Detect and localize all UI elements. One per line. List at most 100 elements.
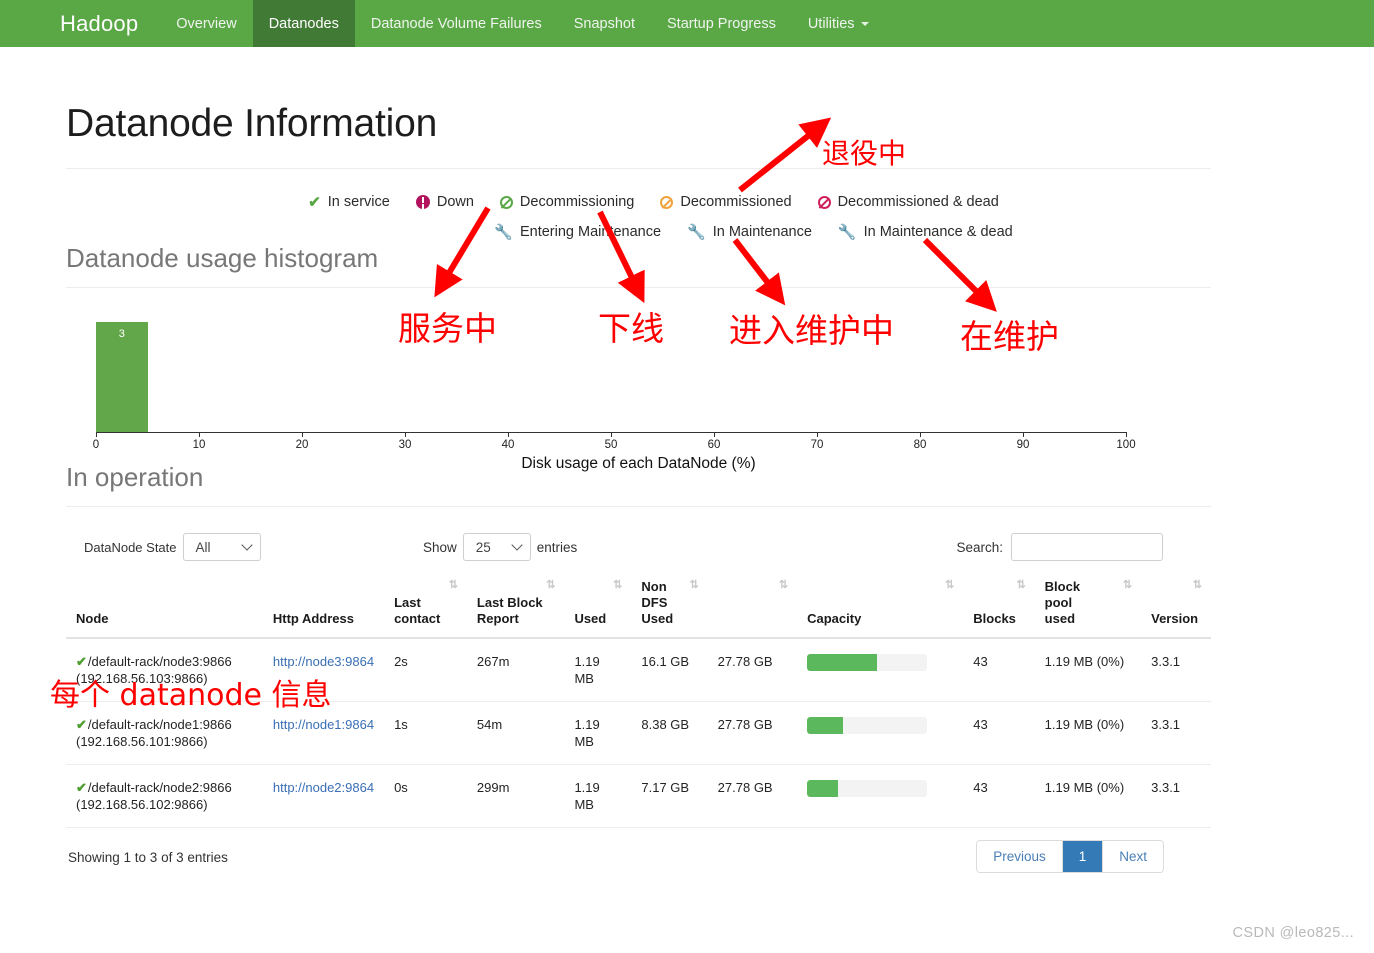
pagination-previous[interactable]: Previous [977,841,1063,872]
table-body: ✔/default-rack/node3:9866 (192.168.56.103… [66,638,1211,828]
capacity-progress-fill [807,717,844,734]
col-version-label: Version [1151,611,1199,626]
node-name: /default-rack/node2:9866 [87,780,232,795]
legend-in-service-label: In service [327,194,390,210]
sort-icon: ⇅ [778,579,788,591]
x-axis-tick-label: 10 [192,439,206,451]
show-entries-select[interactable]: 25 [462,533,531,561]
legend-down: Down [415,191,474,213]
show-label: Show [423,539,457,555]
cell-version: 3.3.1 [1141,764,1211,828]
cell-capacity-bar [797,701,964,765]
cell-last-contact: 1s [384,701,467,765]
cell-http-address: http://node2:9864 [262,764,385,828]
pagination-page-1[interactable]: 1 [1062,841,1104,872]
annotation-down: 下线 [598,309,664,348]
cell-last-block-report: 299m [466,764,565,828]
pagination: Previous 1 Next [976,840,1164,873]
legend-entering-maintenance: 🔧 Entering Maintenance [494,221,661,243]
table-controls: DataNode State All Show 25 entries Searc [66,529,1211,573]
circle-slash-icon [660,195,674,210]
col-version[interactable]: ⇅ Version [1141,575,1211,639]
nav-item-overview[interactable]: Overview [160,0,252,47]
capacity-progress-fill [807,654,877,671]
x-axis-tick-label: 80 [913,439,927,451]
cell-used: 1.19 MB [564,638,632,702]
x-axis-tick [96,432,97,437]
nav-item-snapshot[interactable]: Snapshot [558,0,651,47]
sort-icon: ⇅ [1122,579,1132,591]
x-axis-tick-label: 20 [295,439,309,451]
sort-icon: ⇅ [546,579,555,591]
cell-non-dfs-used: 16.1 GB [631,638,708,702]
x-axis-tick [405,432,406,437]
search-control: Search: [956,533,1163,561]
wrench-icon: 🔧 [494,223,513,241]
http-address-link[interactable]: http://node1:9864 [273,717,374,732]
search-box[interactable] [1011,533,1163,561]
col-node[interactable]: Node [66,575,263,639]
cell-used: 1.19 MB [564,701,632,765]
col-blocks[interactable]: ⇅ Blocks [963,575,1035,639]
pagination-next[interactable]: Next [1103,841,1163,872]
x-axis-tick [199,432,200,437]
col-http-address-label: Http Address [272,611,354,626]
legend-row-1: ✔ In service Down Decommissioning Decomm… [66,191,1211,213]
chevron-down-icon [860,21,869,26]
x-axis-tick [1126,432,1127,437]
cell-last-contact: 2s [384,638,467,702]
legend-in-maintenance-dead-label: In Maintenance & dead [863,224,1013,240]
x-axis-tick-label: 90 [1016,439,1030,451]
x-axis-tick-label: 30 [398,439,412,451]
wrench-icon: 🔧 [687,223,706,241]
col-http-address[interactable]: Http Address [262,575,385,639]
table-header-row: Node Http Address ⇅ Last contact ⇅ Last B… [66,575,1211,639]
x-axis-tick-label: 70 [810,439,824,451]
sort-icon: ⇅ [945,579,954,591]
http-address-link[interactable]: http://node3:9864 [273,654,374,669]
search-input[interactable] [1012,534,1162,560]
col-node-label: Node [76,611,109,626]
x-axis-tick [1023,432,1024,437]
cell-capacity-text: 27.78 GB [707,638,798,702]
check-icon: ✔ [76,654,87,669]
legend-in-service: ✔ In service [308,191,390,213]
col-block-pool-used[interactable]: ⇅ Block pool used [1034,575,1142,639]
col-last-contact[interactable]: ⇅ Last contact [384,575,467,639]
chevron-down-icon [240,539,253,551]
status-legend: ✔ In service Down Decommissioning Decomm… [66,191,1211,243]
page-content: Datanode Information ✔ In service Down D… [0,47,1374,886]
legend-down-label: Down [436,194,474,210]
col-non-dfs-used[interactable]: ⇅ Non DFS Used [631,575,708,639]
check-icon: ✔ [76,717,87,732]
page-title: Datanode Information [66,102,1211,169]
nav-item-startup-progress[interactable]: Startup Progress [651,0,792,47]
nav-item-datanode-volume-failures[interactable]: Datanode Volume Failures [355,0,558,47]
nav-item-utilities[interactable]: Utilities [792,0,885,47]
cell-block-pool-used: 1.19 MB (0%) [1034,638,1142,702]
exclamation-circle-icon [415,194,430,210]
cell-non-dfs-used: 7.17 GB [631,764,708,828]
http-address-link[interactable]: http://node2:9864 [273,780,374,795]
datanode-state-select[interactable]: All [182,533,261,561]
x-axis-tick [817,432,818,437]
cell-capacity-bar [797,764,964,828]
x-axis-tick-label: 40 [501,439,515,451]
brand-logo[interactable]: Hadoop [0,0,160,47]
node-name: /default-rack/node1:9866 [87,717,232,732]
annotation-decommissioning: 退役中 [822,137,907,170]
col-capacity-number[interactable]: ⇅ [707,575,798,639]
legend-in-maintenance-label: In Maintenance [712,224,812,240]
page-root: Hadoop Overview Datanodes Datanode Volum… [0,0,1374,953]
showing-entries-text: Showing 1 to 3 of 3 entries [68,850,228,865]
legend-entering-maintenance-label: Entering Maintenance [519,224,662,240]
col-last-block-report[interactable]: ⇅ Last Block Report [466,575,565,639]
cell-used: 1.19 MB [564,764,632,828]
col-capacity[interactable]: ⇅ Capacity [797,575,964,639]
node-ip: (192.168.56.101:9866) [76,734,208,749]
nav-item-datanodes[interactable]: Datanodes [252,0,355,47]
annotation-per-datanode-info: 每个 datanode 信息 [50,678,332,713]
col-used[interactable]: ⇅ Used [564,575,632,639]
x-axis-tick [302,432,303,437]
circle-slash-icon [817,195,831,210]
